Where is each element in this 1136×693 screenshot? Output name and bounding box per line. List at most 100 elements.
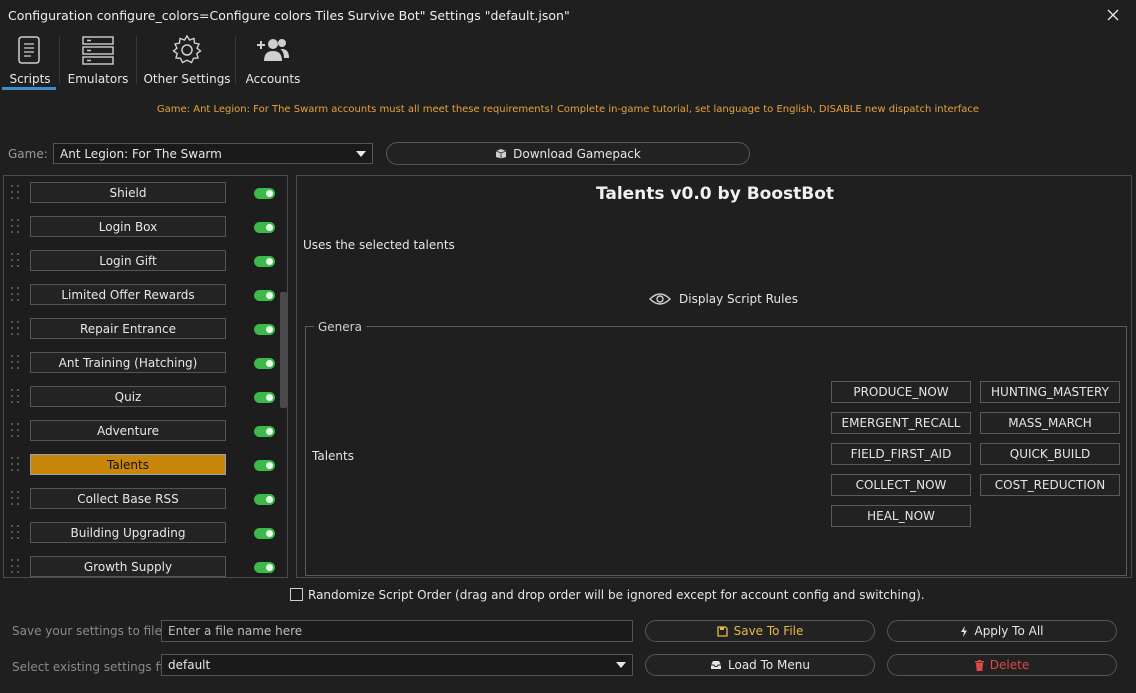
download-gamepack-button[interactable]: Download Gamepack — [386, 142, 750, 165]
script-button-ant-training[interactable]: Ant Training (Hatching) — [30, 352, 226, 373]
script-button-login-box[interactable]: Login Box — [30, 216, 226, 237]
talents-label: Talents — [312, 449, 354, 463]
script-toggle[interactable] — [254, 358, 275, 369]
tab-label: Scripts — [9, 72, 51, 86]
script-list-scrollbar[interactable] — [280, 292, 287, 408]
list-item: Quiz — [4, 380, 275, 414]
script-toggle[interactable] — [254, 426, 275, 437]
tab-emulators[interactable]: Emulators — [68, 32, 128, 88]
script-button-shield[interactable]: Shield — [30, 182, 226, 203]
lightning-icon — [961, 625, 968, 637]
list-item: Shield — [4, 176, 275, 210]
drag-handle-icon[interactable] — [11, 389, 21, 405]
talent-cost-reduction[interactable]: COST_REDUCTION — [980, 474, 1120, 496]
delete-label: Delete — [989, 658, 1030, 672]
save-settings-label: Save your settings to file — [12, 624, 162, 638]
list-item: Talents — [4, 448, 275, 482]
game-select[interactable]: Ant Legion: For The Swarm — [53, 143, 373, 164]
apply-to-all-button[interactable]: Apply To All — [887, 620, 1117, 642]
window-title: Configuration configure_colors=Configure… — [8, 8, 570, 23]
drag-handle-icon[interactable] — [11, 423, 21, 439]
list-item: Building Upgrading — [4, 516, 275, 550]
tab-other-settings[interactable]: Other Settings — [143, 32, 231, 88]
display-script-rules-label: Display Script Rules — [679, 292, 799, 306]
game-requirements-notice: Game: Ant Legion: For The Swarm accounts… — [156, 104, 980, 115]
talent-produce-now[interactable]: PRODUCE_NOW — [831, 381, 971, 403]
list-item: Login Gift — [4, 244, 275, 278]
talent-collect-now[interactable]: COLLECT_NOW — [831, 474, 971, 496]
script-button-repair-entrance[interactable]: Repair Entrance — [30, 318, 226, 339]
script-button-quiz[interactable]: Quiz — [30, 386, 226, 407]
drag-handle-icon[interactable] — [11, 525, 21, 541]
drag-handle-icon[interactable] — [11, 219, 21, 235]
drag-handle-icon[interactable] — [11, 559, 21, 575]
save-to-file-label: Save To File — [733, 624, 804, 638]
close-button[interactable] — [1102, 4, 1124, 26]
load-to-menu-button[interactable]: Load To Menu — [645, 654, 875, 676]
script-toggle[interactable] — [254, 392, 275, 403]
script-settings-panel: Talents v0.0 by BoostBot Uses the select… — [296, 175, 1132, 578]
active-tab-indicator — [2, 87, 56, 90]
users-add-icon — [256, 32, 290, 68]
script-toggle[interactable] — [254, 290, 275, 301]
close-icon — [1107, 9, 1119, 21]
chevron-down-icon — [356, 150, 366, 157]
script-title: Talents v0.0 by BoostBot — [595, 184, 835, 204]
delete-button[interactable]: Delete — [887, 654, 1117, 676]
tab-divider — [136, 36, 137, 84]
script-button-talents[interactable]: Talents — [30, 454, 226, 475]
general-group-box: Genera Talents PRODUCE_NOW HUNTING_MASTE… — [305, 320, 1127, 576]
drag-handle-icon[interactable] — [11, 491, 21, 507]
talent-hunting-mastery[interactable]: HUNTING_MASTERY — [980, 381, 1120, 403]
group-title: Genera — [314, 320, 366, 334]
download-gamepack-label: Download Gamepack — [513, 146, 641, 161]
script-description: Uses the selected talents — [303, 238, 455, 252]
talent-mass-march[interactable]: MASS_MARCH — [980, 412, 1120, 434]
script-toggle[interactable] — [254, 324, 275, 335]
script-button-building-upgrading[interactable]: Building Upgrading — [30, 522, 226, 543]
script-button-collect-base-rss[interactable]: Collect Base RSS — [30, 488, 226, 509]
script-toggle[interactable] — [254, 222, 275, 233]
file-name-input[interactable] — [161, 620, 633, 642]
script-toggle[interactable] — [254, 256, 275, 267]
list-item: Repair Entrance — [4, 312, 275, 346]
settings-file-value: default — [168, 658, 211, 672]
tab-label: Other Settings — [143, 72, 231, 86]
script-toggle[interactable] — [254, 494, 275, 505]
settings-file-select[interactable]: default — [161, 654, 633, 676]
drag-handle-icon[interactable] — [11, 457, 21, 473]
list-item: Ant Training (Hatching) — [4, 346, 275, 380]
talent-emergent-recall[interactable]: EMERGENT_RECALL — [831, 412, 971, 434]
drag-handle-icon[interactable] — [11, 253, 21, 269]
trash-icon — [974, 659, 984, 671]
script-toggle[interactable] — [254, 188, 275, 199]
script-button-limited-offer-rewards[interactable]: Limited Offer Rewards — [30, 284, 226, 305]
list-item: Collect Base RSS — [4, 482, 275, 516]
script-button-growth-supply[interactable]: Growth Supply — [30, 556, 226, 577]
apply-to-all-label: Apply To All — [974, 624, 1044, 638]
load-to-menu-label: Load To Menu — [728, 658, 810, 672]
floppy-disk-icon — [716, 625, 728, 637]
tab-accounts[interactable]: Accounts — [244, 32, 302, 88]
script-list: Shield Login Box Login Gift Limited Offe… — [3, 175, 288, 578]
drag-handle-icon[interactable] — [11, 185, 21, 201]
script-button-login-gift[interactable]: Login Gift — [30, 250, 226, 271]
save-to-file-button[interactable]: Save To File — [645, 620, 875, 642]
tab-scripts[interactable]: Scripts — [8, 32, 52, 88]
script-button-adventure[interactable]: Adventure — [30, 420, 226, 441]
drag-handle-icon[interactable] — [11, 355, 21, 371]
randomize-checkbox[interactable] — [290, 588, 303, 601]
drag-handle-icon[interactable] — [11, 321, 21, 337]
display-script-rules-button[interactable]: Display Script Rules — [649, 292, 798, 306]
talent-heal-now[interactable]: HEAL_NOW — [831, 505, 971, 527]
script-toggle[interactable] — [254, 528, 275, 539]
talent-quick-build[interactable]: QUICK_BUILD — [980, 443, 1120, 465]
drag-handle-icon[interactable] — [11, 287, 21, 303]
script-toggle[interactable] — [254, 460, 275, 471]
tab-label: Accounts — [245, 72, 301, 86]
talent-field-first-aid[interactable]: FIELD_FIRST_AID — [831, 443, 971, 465]
title-bar: Configuration configure_colors=Configure… — [0, 0, 1136, 30]
game-select-value: Ant Legion: For The Swarm — [60, 146, 222, 161]
tab-divider — [235, 36, 236, 84]
script-toggle[interactable] — [254, 562, 275, 573]
